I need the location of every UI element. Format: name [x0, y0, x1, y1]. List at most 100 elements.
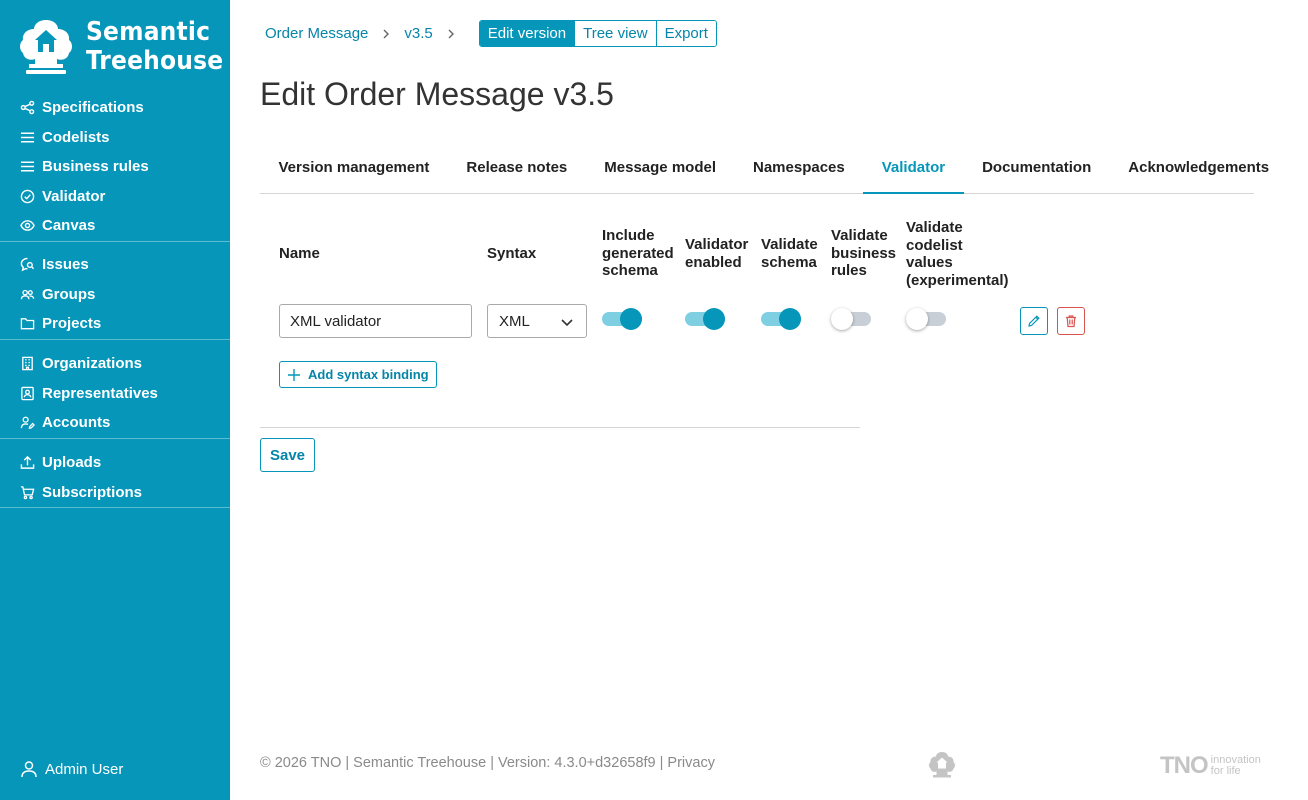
sidebar-item-canvas[interactable]: Canvas: [0, 211, 230, 241]
check-circle-icon: [20, 189, 35, 204]
brand-logo[interactable]: Semantic Treehouse: [18, 18, 223, 76]
sidebar-item-label: Validator: [42, 187, 106, 205]
sidebar-item-label: Accounts: [42, 414, 111, 432]
tno-tagline-2: for life: [1210, 765, 1241, 777]
people-icon: [20, 289, 35, 299]
validate-schema-toggle[interactable]: [761, 307, 801, 331]
trash-icon: [1066, 315, 1076, 328]
sidebar-item-representatives[interactable]: Representatives: [0, 379, 230, 409]
edit-version-button[interactable]: Edit version: [479, 21, 576, 46]
header-validate-schema: Validate schema: [761, 236, 818, 271]
main-content: Order Message v3.5 Edit version Tree vie…: [230, 0, 1308, 800]
tno-mark: TNO: [1160, 752, 1209, 779]
validator-enabled-toggle[interactable]: [685, 307, 725, 331]
chevron-right-icon: [445, 28, 457, 40]
validate-codelist-values-toggle[interactable]: [906, 307, 946, 331]
tree-view-button[interactable]: Tree view: [575, 21, 657, 46]
sidebar-item-label: Canvas: [42, 217, 96, 235]
building-icon: [22, 357, 33, 371]
sidebar-item-label: Codelists: [42, 128, 110, 146]
share-icon: [20, 100, 35, 115]
nav-group-main: Specifications Codelists Business rules …: [0, 93, 230, 242]
sidebar-item-label: Issues: [42, 256, 89, 274]
sidebar: Semantic Treehouse Specifications Codeli…: [0, 0, 230, 800]
divider: [260, 427, 860, 428]
add-syntax-binding-button[interactable]: Add syntax binding: [279, 361, 437, 388]
tab-message-model[interactable]: Message model: [586, 144, 735, 193]
validator-name-input[interactable]: [279, 304, 472, 338]
breadcrumb: Order Message v3.5 Edit version Tree vie…: [265, 20, 717, 47]
sidebar-item-issues[interactable]: Issues: [0, 250, 230, 280]
nav-group-collaboration: Issues Groups Projects: [0, 250, 230, 340]
folder-icon: [20, 318, 35, 330]
eye-icon: [20, 220, 35, 232]
sidebar-item-projects[interactable]: Projects: [0, 309, 230, 339]
list-icon: [20, 132, 35, 143]
nav-group-admin: Organizations Representatives Accounts: [0, 349, 230, 439]
nav-group-files: Uploads Subscriptions: [0, 448, 230, 508]
sidebar-item-label: Uploads: [42, 454, 102, 472]
sidebar-item-label: Subscriptions: [42, 483, 143, 501]
sidebar-item-label: Business rules: [42, 158, 149, 176]
add-syntax-binding-label: Add syntax binding: [308, 367, 429, 382]
breadcrumb-version[interactable]: v3.5: [404, 25, 432, 42]
breadcrumb-specification[interactable]: Order Message: [265, 25, 368, 42]
include-generated-schema-toggle[interactable]: [602, 307, 642, 331]
validate-business-rules-toggle[interactable]: [831, 307, 871, 331]
cart-icon: [20, 485, 35, 500]
sidebar-item-specifications[interactable]: Specifications: [0, 93, 230, 123]
header-include-generated-schema: Include generated schema: [602, 227, 674, 279]
user-edit-icon: [20, 416, 35, 430]
sidebar-item-label: Projects: [42, 315, 102, 333]
id-card-icon: [21, 386, 34, 400]
tab-acknowledgements[interactable]: Acknowledgements: [1110, 144, 1288, 193]
footer-text: © 2026 TNO | Semantic Treehouse | Versio…: [260, 755, 715, 771]
header-validate-codelist-values: Validate codelist values (experimental): [906, 219, 1009, 289]
tab-version-management[interactable]: Version management: [260, 144, 448, 193]
tab-bar: Version management Release notes Message…: [260, 144, 1269, 194]
tno-logo[interactable]: TNO innovation for life: [1160, 752, 1261, 780]
sidebar-item-subscriptions[interactable]: Subscriptions: [0, 478, 230, 508]
app-root: Semantic Treehouse Specifications Codeli…: [0, 0, 1308, 800]
sidebar-item-label: Organizations: [42, 355, 143, 373]
version-actions: Edit version Tree view Export: [478, 20, 717, 47]
delete-validator-button[interactable]: [1057, 307, 1085, 335]
sidebar-item-label: Groups: [42, 285, 96, 303]
sidebar-item-business-rules[interactable]: Business rules: [0, 152, 230, 182]
sidebar-item-organizations[interactable]: Organizations: [0, 349, 230, 379]
header-validate-business-rules: Validate business rules: [831, 227, 897, 279]
upload-icon: [20, 456, 35, 470]
syntax-select-value: XML: [499, 312, 530, 330]
user-menu[interactable]: Admin User: [20, 760, 123, 778]
sidebar-item-groups[interactable]: Groups: [0, 280, 230, 310]
sidebar-item-validator[interactable]: Validator: [0, 182, 230, 212]
brand-line1: Semantic: [86, 17, 211, 47]
sidebar-item-label: Specifications: [42, 99, 144, 117]
tab-validator[interactable]: Validator: [863, 144, 964, 194]
syntax-select[interactable]: XML: [487, 304, 587, 338]
chat-search-icon: [20, 257, 35, 272]
page-title: Edit Order Message v3.5: [260, 76, 614, 112]
sidebar-item-uploads[interactable]: Uploads: [0, 448, 230, 478]
sidebar-item-codelists[interactable]: Codelists: [0, 123, 230, 153]
brand-line2: Treehouse: [86, 46, 224, 76]
list-icon: [20, 161, 35, 172]
tab-namespaces[interactable]: Namespaces: [735, 144, 864, 193]
header-name: Name: [279, 245, 320, 262]
pencil-icon: [1028, 315, 1040, 327]
user-name: Admin User: [45, 760, 124, 778]
user-icon: [21, 761, 37, 778]
sidebar-item-accounts[interactable]: Accounts: [0, 408, 230, 438]
export-button[interactable]: Export: [656, 21, 716, 46]
tab-release-notes[interactable]: Release notes: [448, 144, 586, 193]
tab-documentation[interactable]: Documentation: [964, 144, 1110, 193]
chevron-down-icon: [561, 319, 573, 327]
header-syntax: Syntax: [487, 245, 537, 262]
save-button[interactable]: Save: [260, 438, 315, 472]
edit-validator-button[interactable]: [1020, 307, 1048, 335]
sidebar-item-label: Representatives: [42, 384, 158, 402]
header-validator-enabled: Validator enabled: [685, 236, 749, 271]
plus-icon: [288, 368, 300, 381]
chevron-right-icon: [380, 28, 392, 40]
treehouse-logo-icon: [20, 20, 72, 74]
